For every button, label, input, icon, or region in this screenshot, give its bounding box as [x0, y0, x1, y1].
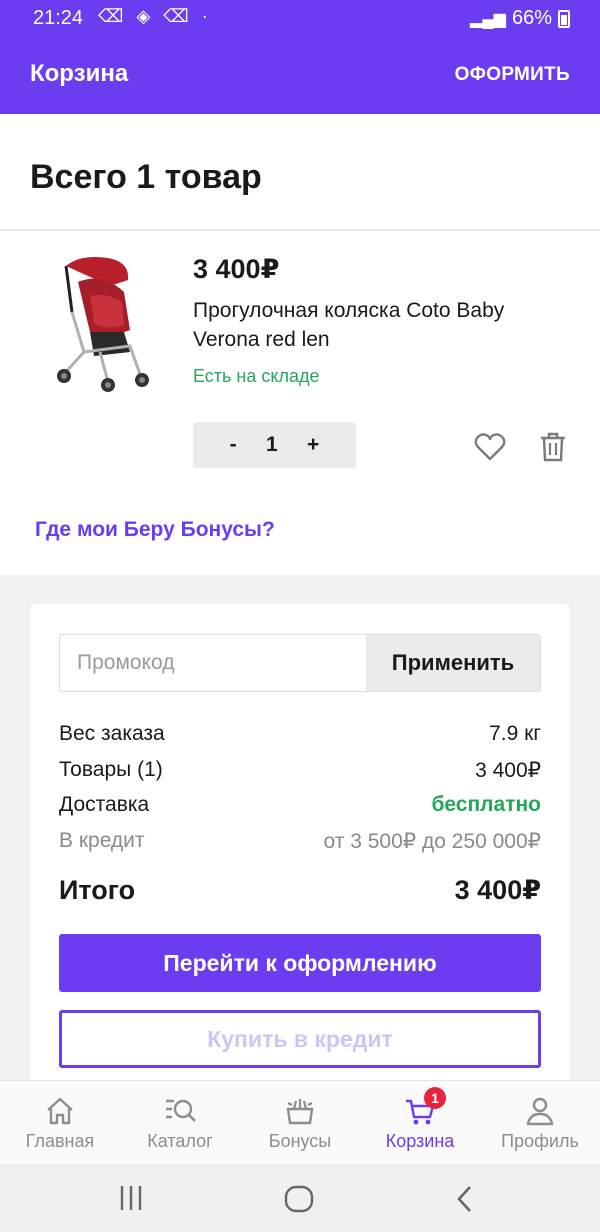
bonus-gift-icon	[286, 1099, 314, 1125]
quantity-value: 1	[266, 433, 278, 456]
delivery-value: бесплатно	[431, 793, 541, 816]
weight-value: 7.9 кг	[489, 722, 541, 745]
promo-code-input[interactable]	[60, 635, 366, 691]
checkout-top-button[interactable]: ОФОРМИТЬ	[455, 64, 570, 86]
home-icon	[47, 1097, 73, 1125]
page-title: Корзина	[30, 60, 129, 87]
favorite-heart-icon[interactable]	[473, 430, 507, 464]
battery-text: 66%	[511, 7, 552, 29]
notification-icons: ⌫ ◈ ⌫ ·	[98, 6, 212, 26]
profile-icon	[526, 1097, 554, 1126]
summary-row-total: Итого 3 400₽	[59, 875, 541, 906]
items-value: 3 400₽	[475, 759, 541, 782]
app-bar: Корзина ОФОРМИТЬ	[0, 36, 600, 114]
credit-value: от 3 500₽ до 250 000₽	[323, 830, 541, 853]
total-value: 3 400₽	[454, 875, 541, 905]
battery-icon	[558, 9, 570, 28]
item-price: 3 400₽	[193, 254, 280, 284]
nav-item-cart[interactable]: 1 Корзина	[360, 1081, 480, 1164]
nav-item-profile[interactable]: Профиль	[480, 1081, 600, 1164]
nav-label-home: Главная	[25, 1131, 95, 1151]
summary-row-delivery: Доставка бесплатно	[59, 793, 541, 817]
nav-item-catalog[interactable]: Каталог	[120, 1081, 240, 1164]
checkout-button[interactable]: Перейти к оформлению	[59, 934, 541, 992]
total-label: Итого	[59, 875, 136, 905]
nav-item-home[interactable]: Главная	[0, 1081, 120, 1164]
home-button-icon[interactable]	[284, 1184, 314, 1214]
bottom-nav: Главная Каталог Бонусы 1 Корзина Профиль	[0, 1080, 600, 1164]
quantity-stepper: - 1 +	[193, 422, 356, 468]
back-icon[interactable]	[454, 1184, 474, 1214]
cart-count-heading: Всего 1 товар	[30, 158, 262, 196]
delivery-label: Доставка	[59, 793, 150, 816]
catalog-search-icon	[166, 1099, 196, 1122]
apply-promo-button[interactable]: Применить	[366, 635, 540, 691]
nav-item-bonuses[interactable]: Бонусы	[240, 1081, 360, 1164]
cart-badge: 1	[424, 1087, 446, 1109]
item-name[interactable]: Прогулочная коляска Coto Baby Verona red…	[193, 296, 573, 354]
summary-row-credit: В кредит от 3 500₽ до 250 000₽	[59, 829, 541, 854]
status-time: 21:24	[33, 7, 84, 29]
stock-status: Есть на складе	[193, 366, 320, 386]
items-label: Товары (1)	[59, 758, 163, 781]
nav-label-profile: Профиль	[501, 1131, 579, 1151]
quantity-decrease-button[interactable]: -	[230, 433, 237, 457]
quantity-increase-button[interactable]: +	[307, 433, 319, 457]
summary-row-items: Товары (1) 3 400₽	[59, 758, 541, 783]
nav-label-bonuses: Бонусы	[268, 1131, 332, 1151]
promo-code-group: Применить	[59, 634, 541, 692]
bonus-link[interactable]: Где мои Беру Бонусы?	[35, 518, 275, 542]
credit-label: В кредит	[59, 829, 145, 852]
divider	[0, 229, 600, 231]
nav-label-cart: Корзина	[385, 1131, 455, 1151]
delete-trash-icon[interactable]	[537, 430, 569, 464]
buy-on-credit-button[interactable]: Купить в кредит	[59, 1010, 541, 1068]
summary-row-weight: Вес заказа 7.9 кг	[59, 722, 541, 746]
status-right: ▂▄▆ 66%	[470, 7, 570, 30]
status-bar: 21:24 ⌫ ◈ ⌫ · ▂▄▆ 66%	[0, 0, 600, 36]
weight-label: Вес заказа	[59, 722, 165, 745]
stroller-image[interactable]	[50, 252, 155, 402]
nav-label-catalog: Каталог	[147, 1131, 213, 1151]
wifi-signal-icon: ▂▄▆	[470, 10, 506, 28]
recent-apps-icon[interactable]	[118, 1184, 144, 1212]
system-nav-bar	[0, 1164, 600, 1232]
